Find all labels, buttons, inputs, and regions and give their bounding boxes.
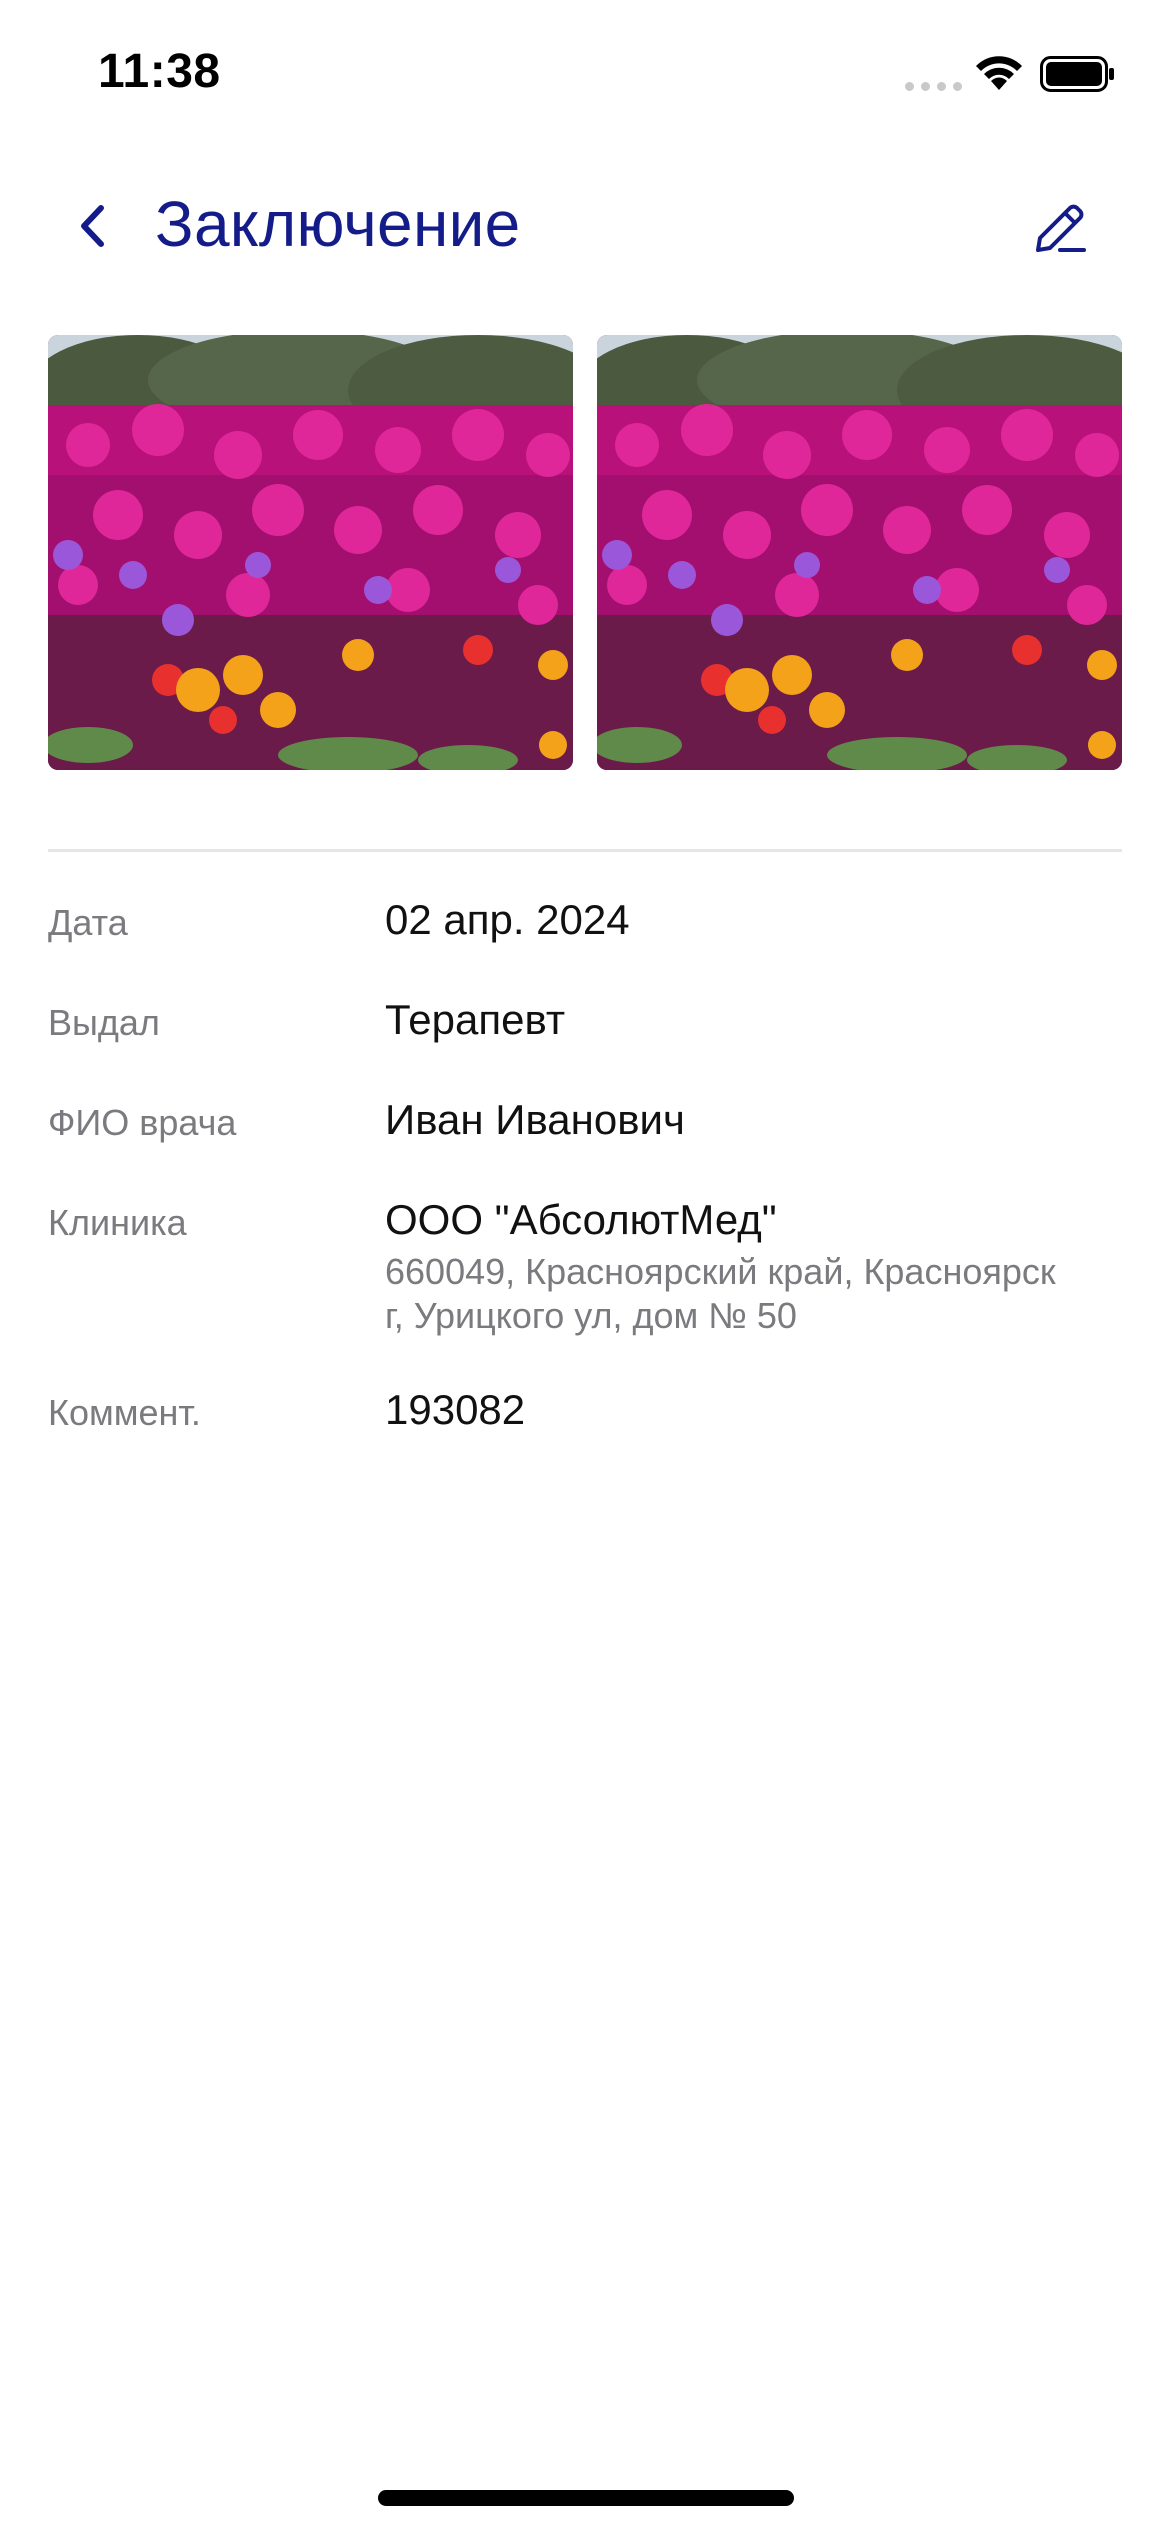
clinic-label: Клиника <box>48 1202 187 1243</box>
issued-by-label: Выдал <box>48 1002 160 1043</box>
comment-label: Коммент. <box>48 1392 201 1433</box>
date-label: Дата <box>48 902 128 943</box>
clinic-address-line-2: г, Урицкого ул, дом № 50 <box>385 1295 797 1336</box>
navigation-bar: Заключение <box>0 170 1170 280</box>
comment-value: 193082 <box>385 1386 526 1433</box>
battery-icon <box>1040 56 1114 92</box>
detail-row-issued-by: Выдал Терапевт <box>48 990 1122 1090</box>
clinic-address: 660049, Красноярский край, Красноярск г,… <box>385 1250 1125 1338</box>
detail-row-comment: Коммент. 193082 <box>48 1380 1122 1480</box>
page-title: Заключение <box>155 188 521 260</box>
edit-button[interactable] <box>1022 190 1098 266</box>
details-list: Дата 02 апр. 2024 Выдал Терапевт ФИО вра… <box>48 890 1122 1480</box>
issued-by-value: Терапевт <box>385 996 566 1043</box>
status-bar: 11:38 <box>0 0 1170 150</box>
back-button[interactable] <box>58 188 128 264</box>
date-value: 02 апр. 2024 <box>385 896 630 943</box>
clinic-name: ООО "АбсолютМед" <box>385 1196 777 1243</box>
chevron-left-icon <box>81 205 104 247</box>
flower-field-photo <box>48 335 573 770</box>
home-indicator[interactable] <box>378 2490 794 2506</box>
detail-row-date: Дата 02 апр. 2024 <box>48 890 1122 990</box>
status-time: 11:38 <box>98 45 221 98</box>
photo-thumbnail-2[interactable] <box>597 335 1122 770</box>
flower-field-photo <box>597 335 1122 770</box>
detail-row-clinic: Клиника ООО "АбсолютМед" 660049, Красноя… <box>48 1190 1122 1380</box>
cellular-signal-icon <box>905 82 962 91</box>
pencil-icon <box>1036 204 1086 252</box>
doctor-value: Иван Иванович <box>385 1096 685 1143</box>
doctor-label: ФИО врача <box>48 1102 237 1143</box>
attachment-photos <box>48 335 1122 770</box>
clinic-address-line-1: 660049, Красноярский край, Красноярск <box>385 1251 1056 1292</box>
detail-row-doctor: ФИО врача Иван Иванович <box>48 1090 1122 1190</box>
photo-thumbnail-1[interactable] <box>48 335 573 770</box>
section-divider <box>48 849 1122 852</box>
wifi-icon <box>976 56 1022 90</box>
